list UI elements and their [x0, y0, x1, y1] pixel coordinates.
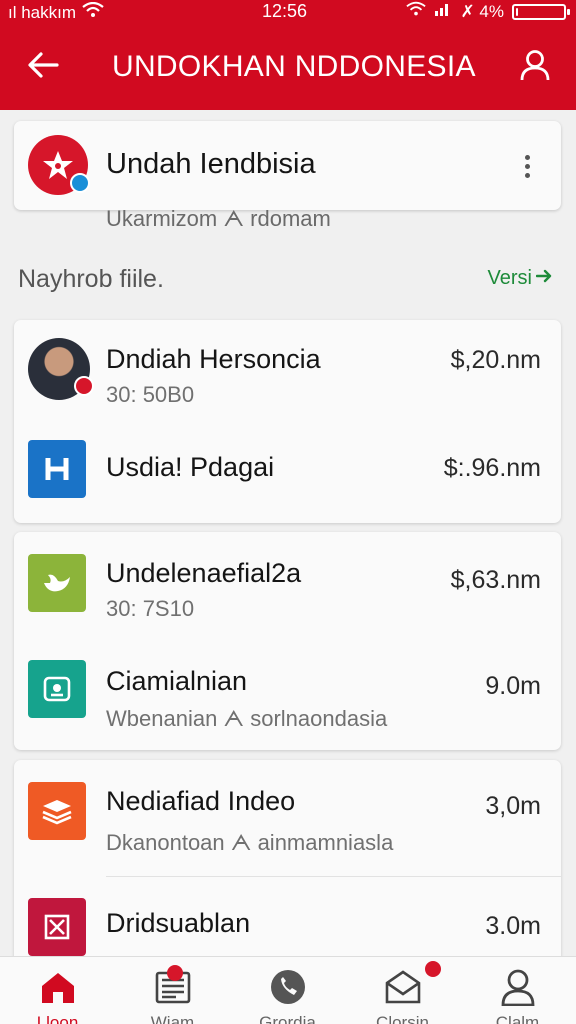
star-logo-icon — [28, 135, 90, 195]
item-amount: 3.0m — [485, 912, 541, 940]
carrier-label: ıl hakkım — [8, 2, 77, 22]
list-item[interactable]: Dndiah Hersoncia 30: 50B0 $,20.nm — [14, 324, 561, 424]
list-card: Nediafiad Indeo Dkanontoan ᗅ ainmamniasl… — [14, 760, 561, 966]
arrow-right-icon — [535, 267, 552, 290]
bird-app-icon — [28, 554, 86, 612]
mail-open-icon — [382, 967, 424, 1007]
badge-icon — [74, 376, 94, 396]
page-title: UNDOKHAN NDDONESIA — [112, 50, 476, 83]
item-sub: 30: 50B0 — [106, 382, 195, 407]
nav-label: Clalm — [495, 1013, 540, 1024]
person-icon — [497, 967, 539, 1007]
item-sub: Dkanontoan ᗅ ainmamniasla — [106, 830, 394, 855]
item-sub: 30: 7S10 — [106, 596, 195, 621]
item-sub: Wbenanian ᗅ sorlnaondasia — [106, 706, 388, 731]
home-icon — [37, 967, 79, 1007]
app-bar: UNDOKHAN NDDONESIA — [0, 24, 576, 110]
list-item[interactable]: Ciamialnian Wbenanian ᗅ sorlnaondasia 9.… — [14, 646, 561, 746]
more-vertical-icon[interactable] — [515, 151, 539, 181]
list-card: Undelenaefial2a 30: 7S10 $,63.nm Ciamial… — [14, 532, 561, 750]
section-link-label: Versi — [487, 267, 532, 289]
list-item[interactable]: Nediafiad Indeo Dkanontoan ᗅ ainmamniasl… — [14, 762, 561, 862]
notification-badge — [425, 961, 441, 977]
item-name: Ciamialnian — [106, 666, 248, 696]
signal-icon — [434, 1, 452, 22]
brand-card[interactable]: Undah Iendbisia — [14, 121, 561, 210]
bottom-nav: Lloon Wiam Grordia Clorsin Clalm — [0, 956, 576, 1024]
list-item[interactable]: Usdia! Pdagai $:.96.nm — [14, 424, 561, 524]
wifi-icon — [406, 1, 427, 22]
item-amount: $:.96.nm — [443, 454, 541, 482]
item-amount: 9.0m — [485, 672, 541, 700]
nav-label: Clorsin — [376, 1013, 429, 1024]
teal-app-icon — [28, 660, 86, 718]
item-name: Dridsuablan — [106, 908, 251, 938]
battery-text: ✗ 4% — [460, 1, 504, 21]
section-title: Nayhrob fiile. — [18, 265, 164, 293]
list-item[interactable]: Undelenaefial2a 30: 7S10 $,63.nm — [14, 536, 561, 636]
section-link[interactable]: Versi — [488, 267, 552, 290]
nav-home[interactable]: Lloon — [0, 957, 115, 1024]
battery-fill — [516, 7, 518, 16]
item-name: Undelenaefial2a — [106, 558, 302, 588]
row-divider — [106, 876, 561, 877]
avatar — [28, 338, 94, 400]
status-time: 12:56 — [262, 1, 308, 21]
verified-badge-icon — [70, 173, 90, 193]
item-name: Usdia! Pdagai — [106, 452, 275, 482]
person-icon — [520, 49, 550, 86]
battery-icon — [512, 3, 570, 20]
arrow-left-icon — [27, 51, 59, 84]
nav-account[interactable]: Clalm — [460, 957, 575, 1024]
orange-app-icon — [28, 782, 86, 840]
status-right: ✗ 4% — [406, 1, 570, 22]
item-name: Nediafiad Indeo — [106, 786, 296, 816]
item-amount: $,20.nm — [450, 346, 541, 374]
notification-badge — [167, 965, 183, 981]
crimson-app-icon — [28, 898, 86, 956]
item-amount: $,63.nm — [450, 566, 541, 594]
nav-label: Wiam — [150, 1013, 195, 1024]
nav-news[interactable]: Wiam — [115, 957, 230, 1024]
nav-mail[interactable]: Clorsin — [345, 957, 460, 1024]
list-card: Dndiah Hersoncia 30: 50B0 $,20.nm Usdia!… — [14, 320, 561, 523]
nav-label: Lloon — [36, 1013, 79, 1024]
nav-label: Grordia — [259, 1013, 316, 1024]
wifi-icon — [82, 1, 104, 23]
status-left: ıl hakkım — [8, 1, 104, 23]
phone-icon — [267, 967, 309, 1007]
back-button[interactable] — [22, 46, 64, 88]
status-bar: ıl hakkım 12:56 ✗ 4% — [0, 0, 576, 24]
h-app-icon — [28, 440, 86, 498]
item-name: Dndiah Hersoncia — [106, 344, 321, 374]
brand-subtitle: Ukarmizom ᗅ rdomam — [106, 206, 331, 231]
profile-button[interactable] — [514, 46, 556, 88]
nav-calls[interactable]: Grordia — [230, 957, 345, 1024]
brand-name: Undah Iendbisia — [106, 148, 316, 180]
item-amount: 3,0m — [485, 792, 541, 820]
